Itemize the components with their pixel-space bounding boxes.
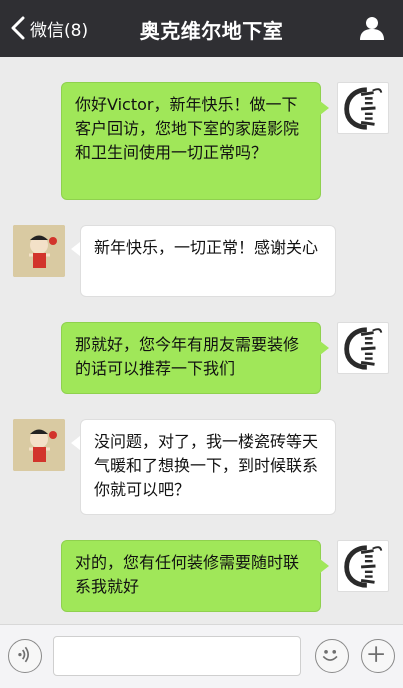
- chat-title: 奥克维尔地下室: [139, 19, 284, 43]
- message-text: 对的，您有任何装修需要随时联系我就好: [75, 553, 300, 596]
- voice-icon: [18, 646, 29, 663]
- profile-icon[interactable]: [359, 15, 385, 41]
- bubble-tail: [71, 436, 80, 450]
- message-text: 新年快乐，一切正常！感谢关心: [94, 238, 319, 257]
- message-text: 没问题，对了，我一楼瓷砖等天气暖和了想换一下，到时候联系你就可以吧？: [94, 432, 319, 499]
- input-bar: [0, 624, 403, 688]
- message-bubble[interactable]: 新年快乐，一切正常！感谢关心: [80, 225, 336, 297]
- message-bubble[interactable]: 对的，您有任何装修需要随时联系我就好: [61, 540, 321, 612]
- company-logo[interactable]: [337, 82, 389, 134]
- bubble-tail: [71, 242, 80, 256]
- emoji-button[interactable]: [315, 639, 349, 673]
- bubble-tail: [320, 341, 329, 355]
- message-bubble[interactable]: 你好Victor，新年快乐！做一下客户回访，您地下室的家庭影院和卫生间使用一切正…: [61, 82, 321, 200]
- voice-button[interactable]: [8, 639, 42, 673]
- message-bubble[interactable]: 那就好，您今年有朋友需要装修的话可以推荐一下我们: [61, 322, 321, 394]
- user-avatar[interactable]: [13, 225, 65, 277]
- plus-icon: [368, 646, 384, 662]
- message-bubble[interactable]: 没问题，对了，我一楼瓷砖等天气暖和了想换一下，到时候联系你就可以吧？: [80, 419, 336, 515]
- user-avatar[interactable]: [13, 419, 65, 471]
- title-bar: 微信(8) 奥克维尔地下室: [0, 0, 403, 57]
- bubble-tail: [320, 559, 329, 573]
- company-logo[interactable]: [337, 322, 389, 374]
- company-logo[interactable]: [337, 540, 389, 592]
- emoji-icon: [322, 650, 338, 661]
- message-input[interactable]: [53, 636, 301, 676]
- bubble-tail: [320, 101, 329, 115]
- message-list[interactable]: 你好Victor，新年快乐！做一下客户回访，您地下室的家庭影院和卫生间使用一切正…: [0, 57, 403, 624]
- plus-button[interactable]: [361, 639, 395, 673]
- message-text: 那就好，您今年有朋友需要装修的话可以推荐一下我们: [75, 335, 300, 378]
- message-text: 你好Victor，新年快乐！做一下客户回访，您地下室的家庭影院和卫生间使用一切正…: [75, 95, 300, 162]
